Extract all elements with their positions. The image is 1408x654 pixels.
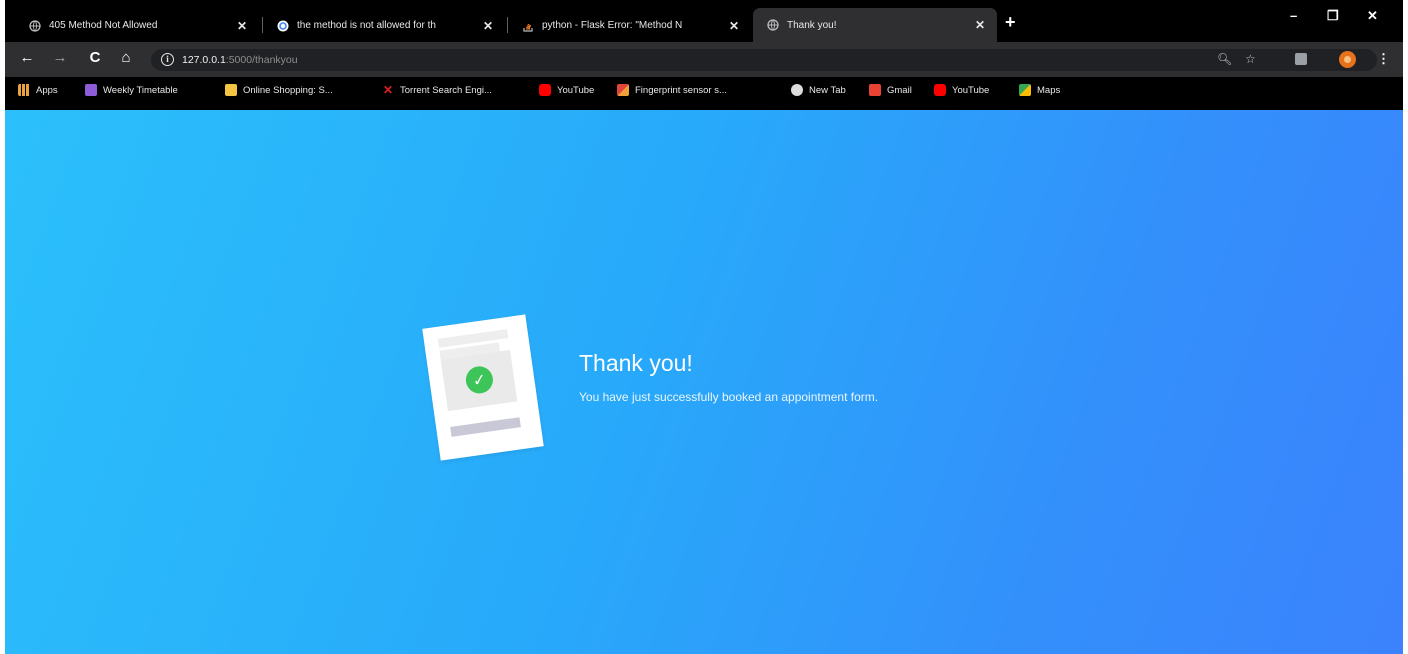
document-bar — [450, 417, 521, 437]
profile-avatar-icon[interactable] — [1339, 51, 1356, 68]
menu-dots-icon[interactable]: ⋮ — [1377, 51, 1390, 67]
tab-title: python - Flask Error: "Method N — [542, 20, 683, 31]
bookmark-weekly-timetable[interactable]: Weekly Timetable — [85, 84, 178, 96]
torrent-x-icon: ✕ — [382, 83, 394, 97]
bookmark-online-shopping[interactable]: Online Shopping: S... — [225, 84, 333, 96]
forward-arrow-icon[interactable]: → — [51, 49, 69, 66]
window-close-icon[interactable]: ✕ — [1367, 8, 1378, 24]
bookmark-new-tab[interactable]: New Tab — [791, 84, 846, 96]
bookmark-youtube-1[interactable]: YouTube — [539, 84, 594, 96]
confirmation-message: Thank you! You have just successfully bo… — [579, 350, 959, 408]
browser-toolbar: ← → C ⌂ i 127.0.0.1:5000/thankyou 🔍︎ ☆ ⋮ — [5, 42, 1403, 77]
url-path: :5000/thankyou — [225, 54, 298, 66]
tab-title: the method is not allowed for th — [297, 20, 436, 31]
tab-strip: 405 Method Not Allowed ✕ the method is n… — [5, 0, 1403, 42]
bookmark-label: Gmail — [887, 84, 912, 96]
bookmark-label: Online Shopping: S... — [243, 84, 333, 96]
fingerprint-icon — [617, 84, 629, 96]
globe-icon — [791, 84, 803, 96]
tab-title: 405 Method Not Allowed — [49, 20, 158, 31]
back-arrow-icon[interactable]: ← — [18, 49, 36, 66]
bookmark-label: Fingerprint sensor s... — [635, 84, 727, 96]
globe-icon — [767, 19, 779, 31]
home-icon[interactable]: ⌂ — [117, 49, 135, 66]
page-content: ✓ Thank you! You have just successfully … — [5, 110, 1403, 654]
tab-thank-you[interactable]: Thank you! ✕ — [753, 8, 997, 42]
bookmark-torrent-search[interactable]: ✕ Torrent Search Engi... — [382, 84, 492, 96]
youtube-icon — [934, 84, 946, 96]
tab-405-method-not-allowed[interactable]: 405 Method Not Allowed ✕ — [15, 9, 259, 42]
bookmark-label: Torrent Search Engi... — [400, 84, 492, 96]
restore-icon[interactable]: ❐ — [1327, 8, 1339, 24]
bookmark-label: YouTube — [952, 84, 990, 96]
close-icon[interactable]: ✕ — [481, 19, 495, 33]
tab-stackoverflow-flask-error[interactable]: python - Flask Error: "Method N ✕ — [508, 9, 751, 42]
bookmark-label: Apps — [36, 84, 58, 96]
gmail-icon — [869, 84, 881, 96]
bookmark-label: YouTube — [557, 84, 595, 96]
success-document-icon: ✓ — [422, 314, 544, 461]
bookmark-fingerprint-sensor[interactable]: Fingerprint sensor s... — [617, 84, 727, 96]
close-icon[interactable]: ✕ — [973, 18, 987, 32]
apps-grid-icon — [18, 84, 30, 96]
bookmarks-bar: Apps Weekly Timetable Online Shopping: S… — [5, 77, 1403, 110]
url-host: 127.0.0.1 — [182, 54, 226, 66]
reload-icon[interactable]: C — [86, 49, 104, 66]
bookmark-apps[interactable]: Apps — [18, 84, 58, 96]
bookmark-gmail[interactable]: Gmail — [869, 84, 912, 96]
confirmation-text: You have just successfully booked an app… — [579, 390, 879, 404]
page-title: Thank you! — [579, 350, 693, 376]
google-icon — [277, 20, 289, 31]
tab-title: Thank you! — [787, 19, 837, 31]
bookmark-label: New Tab — [809, 84, 846, 96]
close-icon[interactable]: ✕ — [727, 19, 741, 33]
new-tab-plus-icon[interactable]: + — [1005, 12, 1016, 33]
globe-icon — [29, 19, 41, 32]
bookmark-star-icon[interactable]: ☆ — [1245, 52, 1256, 66]
address-bar[interactable]: i 127.0.0.1:5000/thankyou 🔍︎ ☆ — [151, 49, 1377, 71]
bookmark-maps[interactable]: Maps — [1019, 84, 1060, 96]
bookmark-youtube-2[interactable]: YouTube — [934, 84, 989, 96]
shopping-icon — [225, 84, 237, 96]
bookmark-label: Weekly Timetable — [103, 84, 178, 96]
zoom-icon[interactable]: 🔍︎ — [1217, 52, 1232, 66]
site-info-icon[interactable]: i — [161, 53, 174, 66]
tab-method-not-allowed-search[interactable]: the method is not allowed for th ✕ — [263, 9, 505, 42]
maps-icon — [1019, 84, 1031, 96]
close-icon[interactable]: ✕ — [235, 19, 249, 33]
stackoverflow-icon — [523, 23, 533, 32]
url-text[interactable]: 127.0.0.1:5000/thankyou — [182, 54, 298, 66]
browser-window: 405 Method Not Allowed ✕ the method is n… — [5, 0, 1403, 654]
extension-icon[interactable] — [1295, 53, 1307, 65]
timetable-icon — [85, 84, 97, 96]
minimize-icon[interactable]: – — [1290, 8, 1297, 23]
youtube-icon — [539, 84, 551, 96]
bookmark-label: Maps — [1037, 84, 1061, 96]
